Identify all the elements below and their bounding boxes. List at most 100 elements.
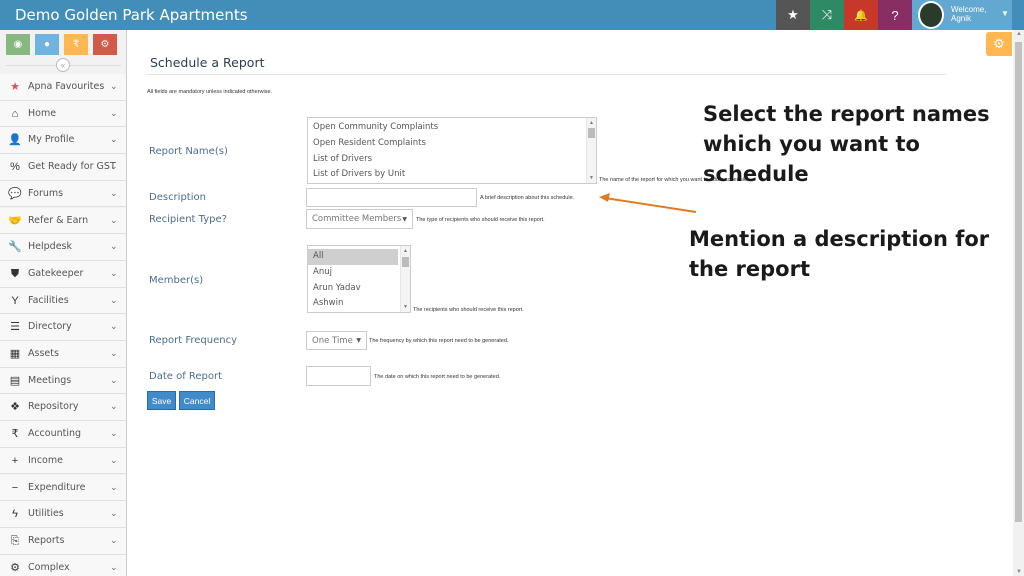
list-item[interactable]: All: [308, 249, 398, 265]
sidebar-item-label: Expenditure: [28, 481, 86, 493]
date-of-report-input[interactable]: [306, 366, 371, 386]
sidebar-item-income[interactable]: + Income ⌄: [0, 447, 126, 475]
sidebar-item-expenditure[interactable]: − Expenditure ⌄: [0, 474, 126, 502]
chevron-down-icon: ⌄: [110, 161, 118, 172]
user-menu[interactable]: Welcome, Agnik ▼: [912, 0, 1012, 30]
settings-shortcut[interactable]: ⚙: [93, 34, 117, 55]
favorites-star-button[interactable]: ★: [776, 0, 810, 30]
expenditure-icon: −: [11, 481, 19, 494]
reports-icon: ⎘: [10, 534, 20, 547]
sidebar: ◉ ● ₹ ⚙ « ★ Apna Favourites ⌄ ⌂ Home ⌄ 👤 My Pro…: [0, 30, 127, 576]
shuffle-icon: ⤨: [821, 7, 833, 22]
list-item[interactable]: Ashwin: [308, 296, 398, 312]
brand-title[interactable]: Demo Golden Park Apartments: [15, 6, 248, 24]
chevron-down-icon: ⌄: [110, 214, 118, 225]
list-item[interactable]: Open Resident Complaints: [308, 136, 596, 152]
chat-icon: ●: [43, 39, 51, 50]
dashboard-icon: ◉: [13, 39, 23, 50]
sidebar-item-label: Refer & Earn: [28, 214, 89, 226]
save-button[interactable]: Save: [147, 391, 176, 410]
chevron-down-icon: ⌄: [110, 241, 118, 252]
sidebar-item-apna-favourites[interactable]: ★ Apna Favourites ⌄: [0, 74, 126, 101]
list-item[interactable]: Open Community Complaints: [308, 120, 596, 136]
sidebar-item-label: Assets: [28, 348, 59, 359]
sidebar-item-my-profile[interactable]: 👤 My Profile ⌄: [0, 127, 126, 155]
sidebar-item-forums[interactable]: 💬 Forums ⌄: [0, 180, 126, 208]
description-input[interactable]: [306, 188, 477, 207]
sidebar-item-get-ready-for-gst[interactable]: % Get Ready for GST ⌄: [0, 154, 126, 181]
sidebar-item-repository[interactable]: ❖ Repository ⌄: [0, 394, 126, 422]
collapse-sidebar-button[interactable]: «: [56, 58, 70, 72]
recipient-type-select[interactable]: Committee Members ▼: [306, 209, 413, 229]
caret-down-icon: ▼: [402, 216, 407, 223]
annotation-arrow: [599, 193, 697, 213]
chevron-down-icon: ⌄: [110, 348, 118, 358]
chat-shortcut[interactable]: ●: [35, 34, 59, 55]
chevron-down-icon: ⌄: [110, 428, 118, 439]
sidebar-item-label: Helpdesk: [28, 241, 72, 253]
page-title: Schedule a Report: [150, 55, 265, 70]
rupee-shortcut[interactable]: ₹: [64, 34, 88, 55]
sidebar-item-label: Reports: [28, 534, 65, 546]
scrollbar[interactable]: ▲ ▼: [400, 246, 410, 312]
chevron-down-icon: ⌄: [110, 187, 118, 198]
helpdesk-icon: 🔧: [8, 241, 22, 254]
settings-button[interactable]: ⚙: [986, 32, 1012, 56]
list-item[interactable]: Anuj: [308, 265, 398, 281]
help-button[interactable]: ?: [878, 0, 912, 30]
sidebar-item-reports[interactable]: ⎘ Reports ⌄: [0, 527, 126, 555]
chevron-down-icon: ⌄: [110, 267, 118, 278]
page-scrollbar[interactable]: ▲ ▼: [1013, 30, 1024, 576]
report-names-listbox[interactable]: Open Community Complaints Open Resident C…: [307, 117, 597, 184]
sidebar-item-label: Complex: [28, 561, 70, 573]
sidebar-item-complex[interactable]: ⚙ Complex ⌄: [0, 554, 126, 576]
apna-favourites-icon: ★: [10, 81, 20, 93]
assets-icon: ▦: [9, 348, 21, 360]
cancel-button[interactable]: Cancel: [179, 391, 215, 410]
sidebar-item-label: Forums: [28, 187, 64, 199]
report-names-label: Report Name(s): [149, 146, 228, 157]
dashboard-shortcut[interactable]: ◉: [6, 34, 30, 55]
chevron-down-icon: ⌄: [110, 134, 118, 145]
list-item[interactable]: List of Drivers by Unit: [308, 167, 596, 183]
sidebar-item-label: Repository: [28, 401, 79, 413]
gatekeeper-icon: ⛊: [10, 267, 20, 280]
sidebar-item-gatekeeper[interactable]: ⛊ Gatekeeper ⌄: [0, 260, 126, 288]
chevron-down-icon: ⌄: [110, 81, 118, 91]
sidebar-item-directory[interactable]: ☰ Directory ⌄: [0, 314, 126, 341]
chevron-down-icon: ⌄: [110, 107, 118, 118]
utilities-icon: ϟ: [12, 508, 18, 521]
user-name: Agnik: [951, 14, 972, 23]
sidebar-item-facilities[interactable]: Y Facilities ⌄: [0, 287, 126, 315]
scrollbar[interactable]: ▲ ▼: [586, 118, 596, 183]
sidebar-item-utilities[interactable]: ϟ Utilities ⌄: [0, 501, 126, 528]
report-frequency-value: One Time: [312, 336, 353, 346]
list-item[interactable]: List of Drivers: [308, 152, 596, 168]
members-listbox[interactable]: All Anuj Arun Yadav Ashwin ▲ ▼: [307, 245, 411, 313]
chevron-down-icon: ⌄: [110, 481, 118, 492]
directory-icon: ☰: [10, 321, 20, 334]
divider: [146, 74, 946, 75]
shuffle-button[interactable]: ⤨: [810, 0, 844, 30]
report-frequency-help: The frequency by which this report need …: [369, 338, 509, 344]
notifications-bell-button[interactable]: 🔔: [844, 0, 878, 30]
cogs-icon: ⚙: [100, 39, 110, 50]
chevron-down-icon: ⌄: [110, 321, 118, 332]
report-frequency-label: Report Frequency: [149, 335, 237, 346]
scrollbar-thumb[interactable]: [1015, 42, 1022, 522]
sidebar-item-refer-earn[interactable]: 🤝 Refer & Earn ⌄: [0, 207, 126, 235]
report-frequency-select[interactable]: One Time ▼: [306, 331, 367, 350]
list-item[interactable]: Arun Yadav: [308, 281, 398, 297]
sidebar-item-accounting[interactable]: ₹ Accounting ⌄: [0, 421, 126, 448]
sidebar-item-home[interactable]: ⌂ Home ⌄: [0, 100, 126, 128]
sidebar-item-meetings[interactable]: ▤ Meetings ⌄: [0, 367, 126, 395]
sidebar-item-label: Accounting: [28, 428, 82, 440]
sidebar-item-helpdesk[interactable]: 🔧 Helpdesk ⌄: [0, 234, 126, 261]
description-help: A brief description about this schedule.: [480, 195, 575, 201]
sidebar-item-label: Facilities: [28, 294, 69, 306]
star-icon: ★: [787, 7, 799, 22]
recipient-type-help: The type of recipients who should receiv…: [416, 217, 545, 223]
sidebar-item-assets[interactable]: ▦ Assets ⌄: [0, 341, 126, 368]
members-label: Member(s): [149, 275, 204, 286]
gear-icon: ⚙: [993, 36, 1005, 51]
